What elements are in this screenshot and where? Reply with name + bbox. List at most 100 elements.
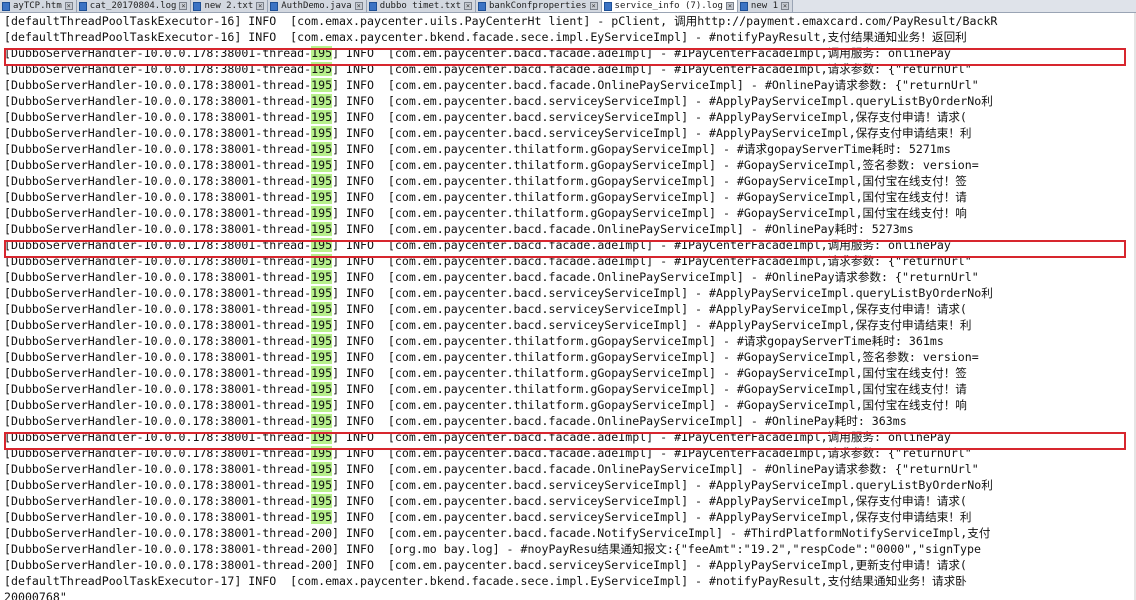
tab-label: bankConfproperties	[489, 1, 587, 11]
thread-id-highlight: 195	[311, 206, 333, 220]
log-text: ] INFO [com.em.paycenter.bacd.facade.Onl…	[332, 222, 914, 236]
log-line: [DubboServerHandler-10.0.0.178:38001-thr…	[0, 333, 1136, 349]
log-text: ] INFO [com.em.paycenter.bacd.facade.ade…	[332, 62, 972, 76]
log-text: ] INFO [com.em.paycenter.thilatform.gGop…	[332, 190, 967, 204]
log-line: [DubboServerHandler-10.0.0.178:38001-thr…	[0, 109, 1136, 125]
thread-id-highlight: 195	[311, 446, 333, 460]
tab[interactable]: bankConfproperties ×	[476, 0, 602, 12]
log-text: [DubboServerHandler-10.0.0.178:38001-thr…	[4, 494, 312, 508]
log-line: [DubboServerHandler-10.0.0.178:38001-thr…	[0, 125, 1136, 141]
log-text: ] INFO [com.em.paycenter.bacd.facade.ade…	[332, 238, 951, 252]
log-text: [DubboServerHandler-10.0.0.178:38001-thr…	[4, 142, 312, 156]
tab-label: new 1	[750, 1, 779, 11]
log-line: [DubboServerHandler-10.0.0.178:38001-thr…	[0, 45, 1136, 61]
thread-id-highlight: 195	[311, 78, 333, 92]
log-line: [defaultThreadPoolTaskExecutor-17] INFO …	[0, 573, 1136, 589]
close-icon[interactable]: ×	[589, 2, 598, 10]
log-text: [DubboServerHandler-10.0.0.178:38001-thr…	[4, 510, 312, 524]
log-line: [DubboServerHandler-10.0.0.178:38001-thr…	[0, 269, 1136, 285]
close-icon[interactable]: ×	[354, 2, 363, 10]
log-line: [DubboServerHandler-10.0.0.178:38001-thr…	[0, 221, 1136, 237]
log-text: [DubboServerHandler-10.0.0.178:38001-thr…	[4, 350, 312, 364]
tab[interactable]: new 2.txt ×	[191, 0, 269, 12]
log-text: ] INFO [com.em.paycenter.bacd.facade.Onl…	[332, 78, 979, 92]
tab[interactable]: ayTCP.htm ×	[0, 0, 77, 12]
file-icon	[78, 1, 87, 11]
log-line: [DubboServerHandler-10.0.0.178:38001-thr…	[0, 429, 1136, 445]
log-text: [DubboServerHandler-10.0.0.178:38001-thr…	[4, 526, 991, 540]
log-line: [DubboServerHandler-10.0.0.178:38001-thr…	[0, 509, 1136, 525]
log-line: [DubboServerHandler-10.0.0.178:38001-thr…	[0, 205, 1136, 221]
close-icon[interactable]: ×	[256, 2, 265, 10]
file-icon	[603, 1, 612, 11]
log-text: ] INFO [com.em.paycenter.bacd.serviceySe…	[332, 110, 967, 124]
log-text: [DubboServerHandler-10.0.0.178:38001-thr…	[4, 110, 312, 124]
tab[interactable]: service_info (7).log ×	[601, 0, 738, 12]
log-line: [DubboServerHandler-10.0.0.178:38001-thr…	[0, 93, 1136, 109]
log-text: [DubboServerHandler-10.0.0.178:38001-thr…	[4, 462, 312, 476]
log-text: ] INFO [com.em.paycenter.thilatform.gGop…	[332, 174, 967, 188]
log-line: [DubboServerHandler-10.0.0.178:38001-thr…	[0, 461, 1136, 477]
log-text: ] INFO [com.em.paycenter.bacd.facade.ade…	[332, 446, 972, 460]
tab[interactable]: new 1 ×	[737, 0, 794, 12]
log-text: ] INFO [com.em.paycenter.bacd.facade.ade…	[332, 254, 972, 268]
log-line: [DubboServerHandler-10.0.0.178:38001-thr…	[0, 77, 1136, 93]
tab-label: service_info (7).log	[614, 1, 723, 11]
thread-id-highlight: 195	[311, 238, 333, 252]
log-text: [DubboServerHandler-10.0.0.178:38001-thr…	[4, 254, 312, 268]
log-line: [defaultThreadPoolTaskExecutor-16] INFO …	[0, 13, 1136, 29]
log-line: [DubboServerHandler-10.0.0.178:38001-thr…	[0, 557, 1136, 573]
log-text: ] INFO [com.em.paycenter.bacd.serviceySe…	[332, 94, 993, 108]
file-icon	[739, 1, 748, 11]
thread-id-highlight: 195	[311, 158, 333, 172]
log-text: [DubboServerHandler-10.0.0.178:38001-thr…	[4, 190, 312, 204]
log-text: [DubboServerHandler-10.0.0.178:38001-thr…	[4, 430, 312, 444]
close-icon[interactable]: ×	[179, 2, 188, 10]
log-text: [DubboServerHandler-10.0.0.178:38001-thr…	[4, 158, 312, 172]
log-line: [DubboServerHandler-10.0.0.178:38001-thr…	[0, 381, 1136, 397]
log-line: [DubboServerHandler-10.0.0.178:38001-thr…	[0, 413, 1136, 429]
log-line: [DubboServerHandler-10.0.0.178:38001-thr…	[0, 541, 1136, 557]
thread-id-highlight: 195	[311, 94, 333, 108]
tab[interactable]: dubbo timet.txt ×	[366, 0, 476, 12]
log-line: [DubboServerHandler-10.0.0.178:38001-thr…	[0, 189, 1136, 205]
file-icon	[2, 1, 10, 11]
tab[interactable]: cat_20170804.log ×	[76, 0, 192, 12]
log-text: [DubboServerHandler-10.0.0.178:38001-thr…	[4, 302, 312, 316]
file-icon	[368, 1, 377, 11]
log-text: ] INFO [com.em.paycenter.thilatform.gGop…	[332, 382, 967, 396]
log-text: ] INFO [com.em.paycenter.thilatform.gGop…	[332, 158, 979, 172]
log-line: [DubboServerHandler-10.0.0.178:38001-thr…	[0, 173, 1136, 189]
log-line: [DubboServerHandler-10.0.0.178:38001-thr…	[0, 477, 1136, 493]
thread-id-highlight: 195	[311, 318, 333, 332]
thread-id-highlight: 195	[311, 510, 333, 524]
log-text: ] INFO [com.em.paycenter.bacd.facade.ade…	[332, 430, 951, 444]
log-text: ] INFO [com.em.paycenter.bacd.facade.ade…	[332, 46, 951, 60]
log-line: [DubboServerHandler-10.0.0.178:38001-thr…	[0, 493, 1136, 509]
thread-id-highlight: 195	[311, 366, 333, 380]
log-text: [DubboServerHandler-10.0.0.178:38001-thr…	[4, 558, 967, 572]
close-icon[interactable]: ×	[64, 2, 73, 10]
log-text: [DubboServerHandler-10.0.0.178:38001-thr…	[4, 62, 312, 76]
log-text: [DubboServerHandler-10.0.0.178:38001-thr…	[4, 366, 312, 380]
close-icon[interactable]: ×	[781, 2, 790, 10]
log-line: [DubboServerHandler-10.0.0.178:38001-thr…	[0, 525, 1136, 541]
log-text: ] INFO [com.em.paycenter.bacd.facade.Onl…	[332, 462, 979, 476]
log-view[interactable]: [defaultThreadPoolTaskExecutor-16] INFO …	[0, 13, 1136, 600]
tab[interactable]: AuthDemo.java ×	[268, 0, 367, 12]
close-icon[interactable]: ×	[725, 2, 734, 10]
log-text: [DubboServerHandler-10.0.0.178:38001-thr…	[4, 126, 312, 140]
thread-id-highlight: 195	[311, 142, 333, 156]
thread-id-highlight: 195	[311, 414, 333, 428]
close-icon[interactable]: ×	[464, 2, 472, 10]
file-icon	[193, 1, 202, 11]
log-text: [DubboServerHandler-10.0.0.178:38001-thr…	[4, 270, 312, 284]
log-text: [DubboServerHandler-10.0.0.178:38001-thr…	[4, 398, 312, 412]
thread-id-highlight: 195	[311, 430, 333, 444]
thread-id-highlight: 195	[311, 286, 333, 300]
log-line: [DubboServerHandler-10.0.0.178:38001-thr…	[0, 237, 1136, 253]
log-text: [DubboServerHandler-10.0.0.178:38001-thr…	[4, 78, 312, 92]
log-text: ] INFO [com.em.paycenter.bacd.facade.Onl…	[332, 414, 907, 428]
log-line: [DubboServerHandler-10.0.0.178:38001-thr…	[0, 301, 1136, 317]
log-text: ] INFO [com.em.paycenter.bacd.serviceySe…	[332, 286, 993, 300]
